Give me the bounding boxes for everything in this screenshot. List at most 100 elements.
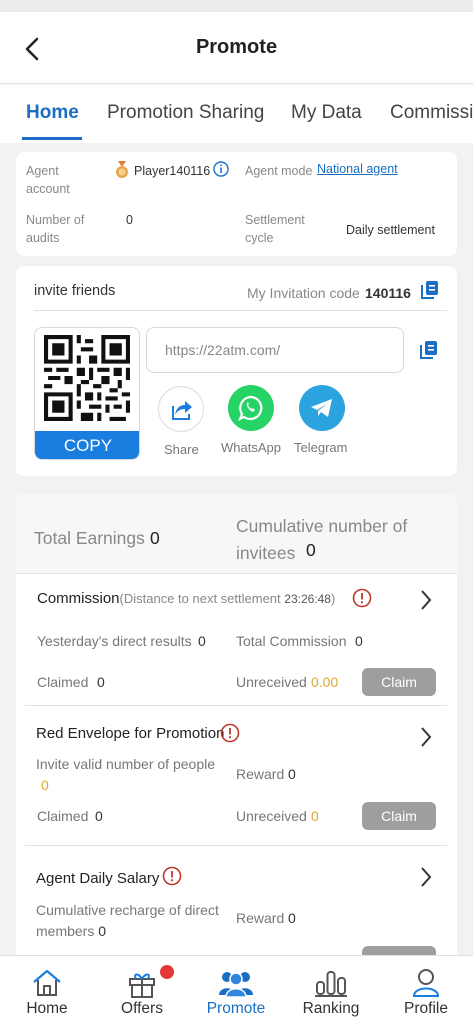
tab-active-indicator xyxy=(22,137,82,140)
status-bar xyxy=(0,0,473,12)
commission-title-row: Commission(Distance to next settlement 2… xyxy=(37,590,336,607)
tab-promotion-sharing[interactable]: Promotion Sharing xyxy=(107,101,264,125)
commission-claim-button[interactable]: Claim xyxy=(362,668,436,696)
nav-home-label: Home xyxy=(26,1000,68,1017)
medal-icon xyxy=(116,161,128,178)
audits-label: Number of audits xyxy=(26,213,85,245)
qr-code-box: COPY xyxy=(34,327,140,460)
reward-label: Reward xyxy=(236,766,285,782)
agent-info-card: Agent account Player140116 Agent mode Nat… xyxy=(16,152,457,256)
unreceived-label: Unreceived xyxy=(236,808,307,824)
invite-link-text: https://22atm.com/ xyxy=(165,342,281,358)
commission-title: Commission xyxy=(37,590,120,607)
tab-bar: Home Promotion Sharing My Data Commissi xyxy=(0,85,473,143)
earnings-summary: Total Earnings 0 Cumulative number of inv… xyxy=(16,494,457,573)
tab-commission[interactable]: Commissi xyxy=(390,101,473,125)
invite-link-field[interactable]: https://22atm.com/ xyxy=(146,327,404,373)
alert-icon[interactable] xyxy=(352,588,372,608)
invite-valid-value: 0 xyxy=(41,777,49,793)
alert-icon[interactable] xyxy=(162,866,182,886)
agent-salary-title: Agent Daily Salary xyxy=(36,870,160,887)
claimed-label: Claimed xyxy=(37,674,89,690)
nav-profile-label: Profile xyxy=(404,1000,448,1017)
nav-ranking-label: Ranking xyxy=(302,1000,360,1017)
commission-section: Commission(Distance to next settlement 2… xyxy=(16,574,457,704)
nav-profile[interactable]: Profile xyxy=(379,956,473,1024)
nav-offers-label: Offers xyxy=(121,1000,163,1017)
total-earnings-value: 0 xyxy=(150,528,160,548)
cumulative-invitees-value: 0 xyxy=(306,540,316,560)
profile-icon xyxy=(412,969,440,997)
invite-title: invite friends xyxy=(34,283,116,299)
reward-value: 0 xyxy=(288,910,296,926)
copy-qr-button[interactable]: COPY xyxy=(35,431,139,459)
ranking-icon xyxy=(315,971,347,997)
share-label: Share xyxy=(164,442,199,457)
invitation-code-value: 140116 xyxy=(365,285,411,301)
telegram-icon xyxy=(311,399,332,417)
copy-code-icon[interactable] xyxy=(421,280,439,300)
cumulative-invitees-label: Cumulative number of invitees xyxy=(236,516,408,563)
red-envelope-title: Red Envelope for Promotion xyxy=(36,725,225,742)
whatsapp-icon xyxy=(237,395,263,422)
invite-card: invite friends My Invitation code 140116… xyxy=(16,266,457,476)
chevron-right-icon[interactable] xyxy=(419,726,433,748)
people-icon xyxy=(219,972,253,998)
bottom-nav: Home Offers Promote Ranking Profile xyxy=(0,955,473,1024)
agent-mode-label: Agent mode xyxy=(245,164,313,178)
yesterday-results-value: 0 xyxy=(198,633,206,649)
alert-icon[interactable] xyxy=(220,723,240,743)
invitation-code-label: My Invitation code xyxy=(247,285,360,301)
commission-subtitle: (Distance to next settlement xyxy=(119,591,285,606)
nav-home[interactable]: Home xyxy=(0,956,94,1024)
reward-value: 0 xyxy=(288,766,296,782)
claimed-value: 0 xyxy=(97,674,105,690)
chevron-right-icon[interactable] xyxy=(419,589,433,611)
gift-icon xyxy=(129,973,155,998)
reward-label: Reward xyxy=(236,910,285,926)
home-icon xyxy=(33,969,61,996)
audits-value: 0 xyxy=(126,213,133,227)
whatsapp-label: WhatsApp xyxy=(221,440,281,455)
share-button[interactable] xyxy=(158,386,204,432)
nav-promote-label: Promote xyxy=(206,1000,266,1017)
red-envelope-claim-button[interactable]: Claim xyxy=(362,802,436,830)
qr-code-icon xyxy=(44,335,130,421)
recharge-value: 0 xyxy=(98,923,107,939)
nav-promote[interactable]: Promote xyxy=(189,956,283,1024)
earnings-card: Total Earnings 0 Cumulative number of inv… xyxy=(16,494,457,964)
tab-home[interactable]: Home xyxy=(26,101,79,125)
total-commission-value: 0 xyxy=(355,633,363,649)
invite-valid-label: Invite valid number of people xyxy=(36,756,215,772)
commission-timer: 23:26:48 xyxy=(284,592,331,606)
nav-offers[interactable]: Offers xyxy=(95,956,189,1024)
tab-my-data[interactable]: My Data xyxy=(291,101,362,125)
claimed-label: Claimed xyxy=(37,808,89,824)
total-commission-label: Total Commission xyxy=(236,633,347,649)
unreceived-value: 0 xyxy=(311,808,319,824)
nav-ranking[interactable]: Ranking xyxy=(284,956,378,1024)
chevron-right-icon[interactable] xyxy=(419,866,433,888)
header: Promote xyxy=(0,12,473,84)
total-earnings-label: Total Earnings xyxy=(34,528,145,548)
unreceived-value: 0.00 xyxy=(311,674,339,690)
agent-mode-link[interactable]: National agent xyxy=(317,162,398,176)
page-title: Promote xyxy=(195,36,278,58)
claimed-value: 0 xyxy=(95,808,103,824)
telegram-label: Telegram xyxy=(294,440,348,455)
telegram-button[interactable] xyxy=(299,385,345,431)
notification-badge xyxy=(160,965,174,979)
recharge-label: Cumulative recharge of direct members 0 xyxy=(36,902,219,939)
unreceived-label: Unreceived xyxy=(236,674,307,690)
agent-salary-section: Agent Daily Salary Cumulative recharge o… xyxy=(16,846,457,964)
agent-account-value: Player140116 xyxy=(134,164,211,178)
info-icon[interactable] xyxy=(213,161,229,177)
yesterday-results-label: Yesterday's direct results xyxy=(37,633,192,649)
settlement-cycle-value: Daily settlement xyxy=(346,223,435,237)
whatsapp-button[interactable] xyxy=(228,385,274,431)
red-envelope-section: Red Envelope for Promotion Invite valid … xyxy=(16,706,457,844)
agent-account-label: Agent account xyxy=(26,164,70,196)
settlement-cycle-label: Settlement cycle xyxy=(245,213,305,245)
share-icon xyxy=(172,401,192,420)
copy-link-icon[interactable] xyxy=(420,340,438,360)
